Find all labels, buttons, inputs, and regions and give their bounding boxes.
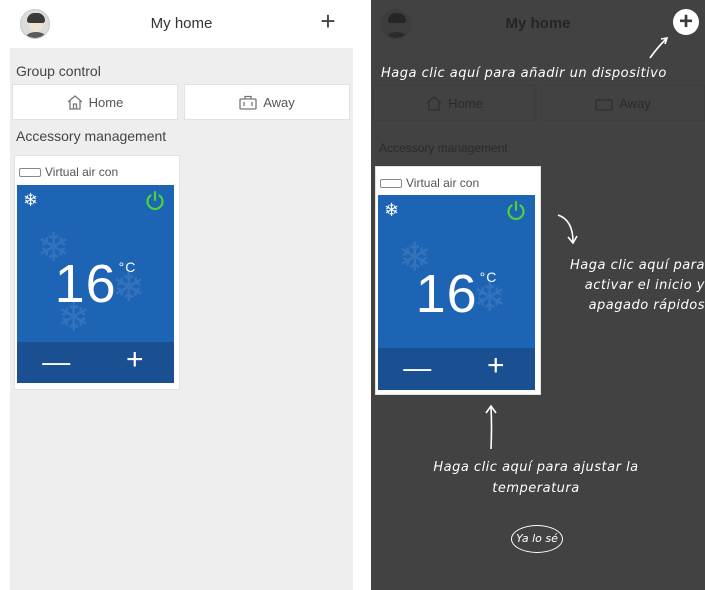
temperature-value: 16 <box>54 254 117 314</box>
add-device-button-highlight[interactable]: + <box>673 9 699 35</box>
got-it-button[interactable]: Ya lo sé <box>511 525 563 553</box>
device-name-highlight: Virtual air con <box>406 176 480 190</box>
temperature-display: 16 °C <box>17 253 174 315</box>
house-icon <box>67 95 83 110</box>
main-screen: My home + Group control Home Away Access… <box>10 0 353 590</box>
air-conditioner-icon <box>19 168 41 177</box>
temperature-unit-highlight: °C <box>479 269 498 285</box>
home-mode-label: Home <box>88 95 124 110</box>
group-control-label: Group control <box>16 63 101 79</box>
increase-temperature-button[interactable]: + <box>96 343 175 377</box>
arrow-to-power-icon <box>557 214 578 245</box>
device-control-panel-highlight: ❄ ❄ ❄ 16 °C — + <box>378 195 535 390</box>
suitcase-icon <box>239 95 257 110</box>
add-device-button[interactable]: + <box>313 7 343 37</box>
decrease-temperature-button-highlight[interactable]: — <box>378 352 457 384</box>
air-conditioner-icon <box>380 179 402 188</box>
page-title: My home <box>150 15 213 32</box>
decrease-temperature-button[interactable]: — <box>17 346 96 378</box>
power-icon[interactable] <box>144 190 166 212</box>
top-bar: My home + <box>10 0 353 48</box>
plus-icon: + <box>678 8 693 35</box>
home-mode-button[interactable]: Home <box>12 84 178 120</box>
device-header: Virtual air con <box>19 165 118 179</box>
power-icon[interactable] <box>505 200 527 222</box>
device-name: Virtual air con <box>45 165 119 179</box>
snowflake-icon: ❄ <box>384 200 400 220</box>
arrow-to-add-icon <box>649 36 669 59</box>
device-card-highlight[interactable]: Virtual air con ❄ ❄ ❄ 16 °C — + <box>375 166 541 395</box>
away-mode-label: Away <box>263 95 295 110</box>
hint-add-device: Haga clic aquí para añadir un dispositiv… <box>381 66 667 81</box>
device-card[interactable]: Virtual air con ❄ ❄ ❄ ❄ 16 °C — + <box>14 155 180 390</box>
tutorial-screen: My home Home Away Accessory management +… <box>371 0 705 590</box>
temperature-controls: — + <box>17 342 174 383</box>
hint-quick-power: Haga clic aquí para activar el inicio y … <box>570 258 705 313</box>
device-control-panel: ❄ ❄ ❄ ❄ 16 °C — + <box>17 185 174 383</box>
device-header: Virtual air con <box>380 176 479 190</box>
accessory-management-label: Accessory management <box>16 128 167 144</box>
temperature-value-highlight: 16 <box>415 264 478 324</box>
arrow-to-temperature-controls <box>485 404 497 450</box>
increase-temperature-button-highlight[interactable]: + <box>457 349 536 383</box>
temperature-unit: °C <box>118 259 137 275</box>
away-mode-button[interactable]: Away <box>184 84 350 120</box>
plus-icon: + <box>320 6 336 36</box>
temperature-controls-highlight: — + <box>378 348 535 390</box>
temperature-display-highlight: 16 °C <box>378 263 535 325</box>
snowflake-icon: ❄ <box>23 190 39 210</box>
hint-adjust-temperature: Haga clic aquí para ajustar la temperatu… <box>433 460 639 496</box>
